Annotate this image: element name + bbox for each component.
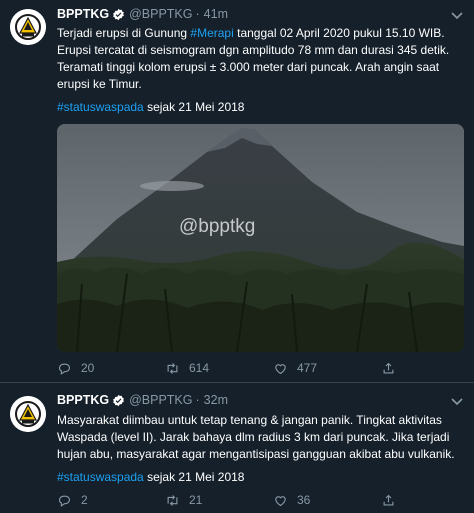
like-button[interactable]: 36 xyxy=(273,491,310,509)
tweet-text-part: sejak 21 Mei 2018 xyxy=(143,100,245,114)
hashtag-link[interactable]: #statuswaspada xyxy=(57,100,144,114)
share-button[interactable] xyxy=(381,491,405,509)
reply-icon xyxy=(58,495,71,507)
separator-dot: · xyxy=(195,393,200,407)
tweet-status-line: #statuswaspada sejak 21 Mei 2018 xyxy=(57,99,465,116)
tweet-text-part: Terjadi erupsi di Gunung xyxy=(57,26,191,40)
like-count: 477 xyxy=(297,361,318,375)
like-icon xyxy=(275,495,286,506)
reply-button[interactable]: 20 xyxy=(57,359,94,377)
bpptkg-logo-icon xyxy=(10,396,46,432)
reply-count: 2 xyxy=(81,493,88,507)
reply-button[interactable]: 2 xyxy=(57,491,88,509)
like-button[interactable]: 477 xyxy=(273,359,317,377)
tweet-actions: 2 21 36 xyxy=(57,491,417,509)
tweet[interactable]: BPPTKG @BPPTKG · 41m Terjadi erupsi di G… xyxy=(0,0,474,383)
author-name[interactable]: BPPTKG xyxy=(57,7,109,21)
reply-count: 20 xyxy=(81,361,95,375)
chevron-down-icon[interactable] xyxy=(450,10,464,20)
share-icon xyxy=(383,494,394,505)
like-icon xyxy=(275,363,286,374)
tweet-status-line: #statuswaspada sejak 21 Mei 2018 xyxy=(57,469,465,486)
retweet-count: 21 xyxy=(189,493,203,507)
tweet-actions: 20 614 477 xyxy=(57,359,417,377)
author-handle[interactable]: @BPPTKG xyxy=(129,393,192,407)
tweet-text-part: sejak 21 Mei 2018 xyxy=(143,470,245,484)
tweet-text: Terjadi erupsi di Gunung #Merapi tanggal… xyxy=(57,25,465,93)
reply-icon xyxy=(58,363,71,375)
retweet-button[interactable]: 614 xyxy=(165,359,209,377)
tweet-time[interactable]: 41m xyxy=(204,7,228,21)
author-name[interactable]: BPPTKG xyxy=(57,393,109,407)
tweet-text-part: Masyarakat diimbau untuk tetap tenang & … xyxy=(57,413,455,461)
tweet-header: BPPTKG @BPPTKG · 32m xyxy=(57,392,228,408)
avatar[interactable] xyxy=(10,9,46,45)
retweet-button[interactable]: 21 xyxy=(165,491,202,509)
volcano-photo xyxy=(57,124,464,352)
tweet-media-image[interactable]: @bpptkg xyxy=(57,124,464,352)
separator-dot: · xyxy=(195,7,200,21)
share-button[interactable] xyxy=(381,359,405,377)
chevron-down-icon[interactable] xyxy=(450,396,464,406)
tweet-time[interactable]: 32m xyxy=(204,393,228,407)
hashtag-link[interactable]: #Merapi xyxy=(190,26,233,40)
hashtag-link[interactable]: #statuswaspada xyxy=(57,470,144,484)
share-icon xyxy=(383,362,394,373)
like-count: 36 xyxy=(297,493,311,507)
retweet-count: 614 xyxy=(189,361,210,375)
media-watermark: @bpptkg xyxy=(179,216,256,237)
tweet[interactable]: BPPTKG @BPPTKG · 32m Masyarakat diimbau … xyxy=(0,383,474,513)
retweet-icon xyxy=(167,362,178,374)
tweet-text: Masyarakat diimbau untuk tetap tenang & … xyxy=(57,412,465,463)
retweet-icon xyxy=(167,494,178,506)
author-handle[interactable]: @BPPTKG xyxy=(129,7,192,21)
verified-badge-icon xyxy=(113,394,124,406)
bpptkg-logo-icon xyxy=(10,9,46,45)
verified-badge-icon xyxy=(113,8,124,20)
tweet-header: BPPTKG @BPPTKG · 41m xyxy=(57,6,228,22)
avatar[interactable] xyxy=(10,396,46,432)
